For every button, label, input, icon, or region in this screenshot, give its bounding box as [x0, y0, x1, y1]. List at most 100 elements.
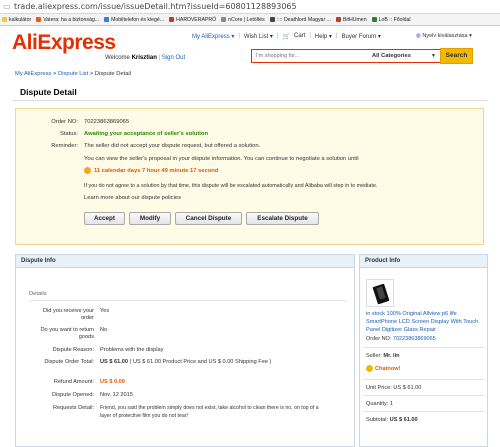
user-name: Krisztian	[131, 55, 157, 61]
language-selector[interactable]: ◍ Nyelv kiválasztása ▾	[416, 33, 472, 39]
bookmark-item[interactable]: LoB :: Főoldal	[371, 16, 411, 23]
product-title-link[interactable]: in stock 100% Original Allview p6 life S…	[366, 310, 486, 334]
divider	[364, 411, 484, 412]
breadcrumb-my-aliexpress[interactable]: My AliExpress	[15, 71, 51, 77]
reminder-label: Reminder:	[51, 143, 78, 149]
order-total-label: Dispute Order Total:	[44, 359, 94, 365]
refund-value: US $ 0.00	[100, 379, 125, 385]
bookmark-item[interactable]: Mobiltelefon és kiegé...	[104, 17, 164, 23]
dispute-policy-link[interactable]: Learn more about our dispute policies	[84, 195, 181, 201]
breadcrumb-dispute-list[interactable]: Dispute List	[58, 71, 88, 77]
dispute-info-panel: Dispute Info Details Did you receive you…	[15, 254, 355, 447]
order-total-value: US $ 61.00 ( US $ 61.00 Product Price an…	[100, 359, 271, 366]
unit-price: Unit Price: US $ 61.00	[366, 385, 422, 391]
accept-button[interactable]: Accept	[84, 212, 125, 225]
page-icon: ▭	[3, 2, 11, 11]
my-aliexpress-link[interactable]: My AliExpress ▾	[192, 33, 234, 40]
bookmark-item[interactable]: :::: Deathlord Magyar ...	[269, 16, 331, 23]
search-input[interactable]	[251, 49, 368, 63]
cart-link[interactable]: Cart	[294, 33, 305, 40]
escalation-text: If you do not agree to a solution by tha…	[84, 183, 378, 189]
seller-name: Mr. lin	[383, 353, 400, 359]
bookmark-favicon-icon	[36, 17, 42, 22]
clock-icon	[84, 167, 91, 174]
order-number-link[interactable]: 70223863869065	[393, 336, 436, 342]
quantity: Quantity: 1	[366, 401, 394, 407]
bookmark-label: nCore | Letöltés	[228, 16, 265, 23]
divider	[364, 347, 484, 348]
welcome-text: Welcome Krisztian | Sign Out	[105, 55, 185, 61]
bookmark-item[interactable]: nCore | Letöltés	[221, 17, 265, 23]
modify-button[interactable]: Modify	[129, 212, 171, 225]
cancel-dispute-button[interactable]: Cancel Dispute	[175, 212, 242, 225]
bookmark-label: Mobiltelefon és kiegé...	[111, 16, 165, 23]
bookmark-item[interactable]: HARDVERAPRÓ	[169, 17, 216, 23]
bookmark-label: HARDVERAPRÓ	[176, 16, 217, 23]
divider	[29, 300, 347, 301]
separator: |	[238, 33, 240, 39]
search-button[interactable]: Search	[440, 48, 473, 64]
wish-list-link[interactable]: Wish List ▾	[244, 33, 273, 40]
category-select[interactable]: All Categories ▼	[368, 49, 440, 63]
page-title: Dispute Detail	[20, 87, 77, 97]
subtotal-value: US $ 61.00	[389, 417, 418, 423]
refund-label: Refund Amount:	[53, 379, 94, 385]
status-value: Awaiting your acceptance of seller's sol…	[84, 131, 209, 137]
url-text[interactable]: trade.aliexpress.com/issue/issueDetail.h…	[14, 2, 297, 11]
language-label: Nyelv kiválasztása ▾	[422, 33, 472, 39]
return-goods-value: No	[100, 327, 108, 333]
received-value: Yes	[100, 308, 110, 314]
welcome-prefix: Welcome	[105, 55, 130, 61]
order-label: Order NO:	[51, 119, 78, 125]
bookmark-favicon-icon	[2, 17, 7, 22]
countdown-text: 11 calendar days 7 hour 49 minute 17 sec…	[94, 167, 219, 174]
divider	[364, 395, 484, 396]
chat-label: Chatnow!	[375, 365, 401, 372]
subtotal-label: Subtotal:	[366, 417, 389, 423]
chevron-down-icon: ▼	[431, 53, 436, 59]
order-total-amount: US $ 61.00	[100, 359, 128, 365]
bookmark-item[interactable]: BitHUmen	[335, 17, 367, 23]
order-number: 70223863869065	[84, 119, 130, 125]
dispute-summary: Order NO: 70223863869065 Status: Awaitin…	[15, 108, 484, 245]
bookmark-label: LoB :: Főoldal	[378, 16, 411, 23]
bookmark-label: Vatera: ha a biztonság...	[43, 16, 100, 23]
request-detail-label: Requests Detail:	[52, 405, 94, 411]
globe-icon: ◍	[416, 33, 421, 39]
details-heading: Details	[29, 291, 47, 297]
chat-now-button[interactable]: Chatnow!	[366, 365, 400, 372]
sign-out-link[interactable]: Sign Out	[162, 55, 185, 61]
bookmark-favicon-icon	[335, 17, 341, 22]
product-image[interactable]	[366, 279, 394, 307]
product-info-title: Product Info	[360, 255, 487, 268]
bookmark-label: :::: Deathlord Magyar ...	[276, 16, 331, 23]
request-detail-line2: layer of protective film you do not tear…	[100, 413, 188, 419]
cart-icon[interactable]: 🛒	[283, 33, 290, 40]
aliexpress-logo[interactable]: AliExpress	[12, 31, 116, 55]
bookmark-favicon-icon	[269, 17, 275, 22]
buyer-forum-link[interactable]: Buyer Forum ▾	[341, 33, 380, 40]
request-detail-line1: Friend, you said the problem simply does…	[100, 405, 319, 411]
bookmark-favicon-icon	[104, 17, 110, 22]
bookmark-favicon-icon	[221, 17, 227, 22]
help-link[interactable]: Help ▾	[315, 33, 332, 40]
divider	[364, 379, 484, 380]
bookmark-item[interactable]: kalkulátor	[2, 17, 31, 23]
bookmark-favicon-icon	[169, 17, 175, 22]
escalate-dispute-button[interactable]: Escalate Dispute	[246, 212, 319, 225]
bookmark-item[interactable]: Vatera: ha a biztonság...	[36, 17, 99, 23]
separator: |	[309, 33, 311, 39]
negotiate-text: You can view the seller's proposal in yo…	[84, 156, 359, 162]
order-total-breakdown: ( US $ 61.00 Product Price and US $ 0.00…	[129, 359, 272, 365]
breadcrumb: My AliExpress > Dispute List > Dispute D…	[15, 71, 132, 77]
category-label: All Categories	[372, 53, 411, 59]
reason-label: Dispute Reason:	[52, 347, 94, 353]
bookmarks-bar: kalkulátor Vatera: ha a biztonság... Mobil…	[0, 14, 500, 26]
opened-value: Nov. 12 2015	[100, 392, 133, 398]
bookmark-label: kalkulátor	[9, 16, 32, 23]
chat-icon	[366, 365, 373, 372]
reason-value: Problems with the display	[100, 347, 164, 353]
address-bar[interactable]: ▭ trade.aliexpress.com/issue/issueDetail…	[0, 0, 500, 14]
seller-info: Seller: Mr. lin	[366, 353, 400, 359]
product-info-panel: Product Info in stock 100% Original Allv…	[359, 254, 488, 447]
